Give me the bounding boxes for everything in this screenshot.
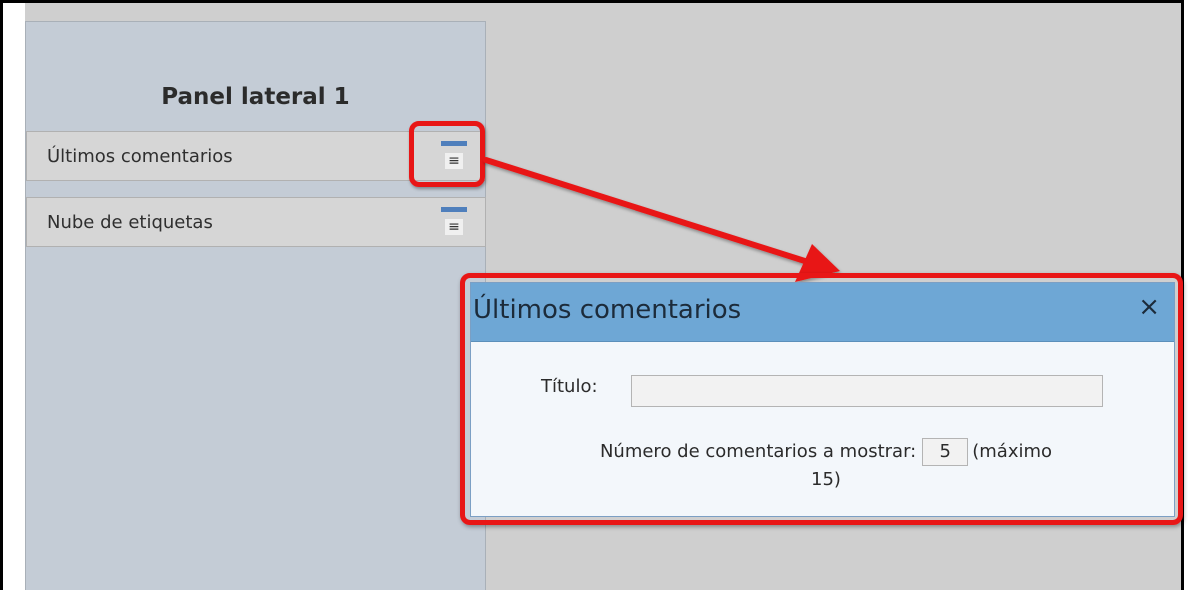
count-input[interactable]: 5 (922, 438, 969, 466)
title-input[interactable] (631, 375, 1103, 407)
sidebar-panel: Panel lateral 1 Últimos comentarios ≡ Nu… (25, 21, 486, 590)
count-label: Número de comentarios a mostrar: (599, 441, 917, 462)
close-icon[interactable]: × (1138, 292, 1160, 322)
dialog-header[interactable]: Últimos comentarios × (471, 283, 1174, 342)
widget-settings-dialog: Últimos comentarios × Título: Número de … (470, 282, 1175, 517)
title-field-label: Título: (541, 376, 598, 397)
left-margin (3, 3, 25, 590)
count-max-value: 15) (811, 469, 841, 490)
title-row: Título: (541, 376, 598, 397)
highlight-ring (409, 121, 485, 187)
sidebar-title: Panel lateral 1 (161, 84, 350, 110)
widget-label: Nube de etiquetas (47, 212, 213, 233)
drag-handle[interactable] (441, 207, 467, 212)
widget-menu-button[interactable]: ≡ (441, 207, 467, 239)
menu-icon[interactable]: ≡ (445, 219, 463, 235)
count-max-label: (máximo (972, 441, 1053, 462)
widget-tag-cloud[interactable]: Nube de etiquetas ≡ (26, 197, 486, 247)
widget-label: Últimos comentarios (47, 146, 233, 167)
dialog-title: Últimos comentarios (473, 295, 742, 325)
count-row: Número de comentarios a mostrar: 5 (máximo… (531, 438, 1121, 494)
